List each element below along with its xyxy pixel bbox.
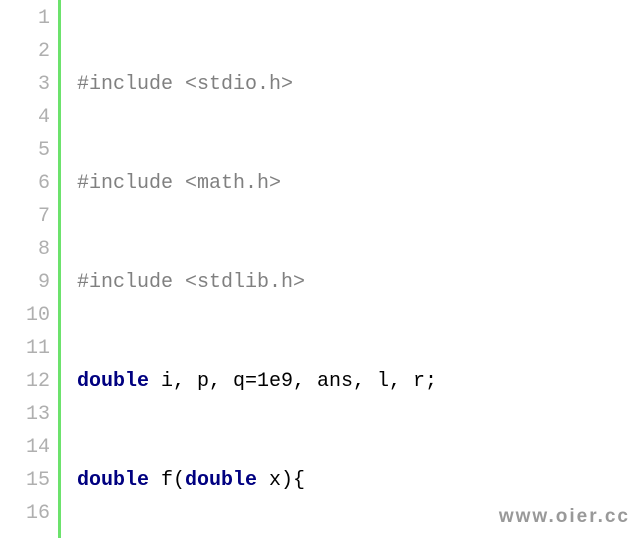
- line-number-gutter: 1 2 3 4 5 6 7 8 9 10 11 12 13 14 15 16: [0, 0, 61, 538]
- include-file: <math.h>: [185, 172, 281, 195]
- preprocessor: #include: [77, 271, 173, 294]
- line-number: 2: [0, 35, 50, 68]
- line-number: 11: [0, 332, 50, 365]
- line-number: 6: [0, 167, 50, 200]
- code-text: x){: [257, 469, 305, 492]
- preprocessor: #include: [77, 73, 173, 96]
- include-file: <stdio.h>: [185, 73, 293, 96]
- line-number: 8: [0, 233, 50, 266]
- line-number: 3: [0, 68, 50, 101]
- line-number: 10: [0, 299, 50, 332]
- code-text: f(: [149, 469, 185, 492]
- keyword: double: [77, 370, 149, 393]
- code-text: i, p, q=1e9, ans, l, r;: [149, 370, 437, 393]
- line-number: 4: [0, 101, 50, 134]
- line-number: 14: [0, 431, 50, 464]
- watermark: www.oier.cc: [499, 501, 630, 532]
- code-line: #include <math.h>: [77, 167, 640, 200]
- code-line: double f(double x){: [77, 464, 640, 497]
- line-number: 16: [0, 497, 50, 530]
- line-number: 1: [0, 2, 50, 35]
- code-line: double i, p, q=1e9, ans, l, r;: [77, 365, 640, 398]
- include-file: <stdlib.h>: [185, 271, 305, 294]
- code-area: #include <stdio.h> #include <math.h> #in…: [61, 0, 640, 538]
- preprocessor: #include: [77, 172, 173, 195]
- code-editor: 1 2 3 4 5 6 7 8 9 10 11 12 13 14 15 16 #…: [0, 0, 640, 538]
- line-number: 12: [0, 365, 50, 398]
- code-line: #include <stdlib.h>: [77, 266, 640, 299]
- code-line: #include <stdio.h>: [77, 68, 640, 101]
- keyword: double: [77, 469, 149, 492]
- line-number: 9: [0, 266, 50, 299]
- line-number: 7: [0, 200, 50, 233]
- line-number: 15: [0, 464, 50, 497]
- keyword: double: [185, 469, 257, 492]
- line-number: 5: [0, 134, 50, 167]
- line-number: 13: [0, 398, 50, 431]
